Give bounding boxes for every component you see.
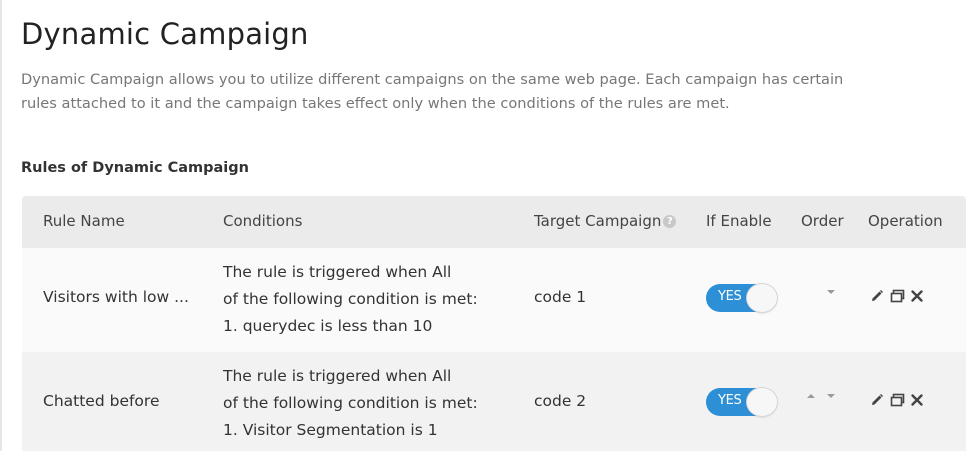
header-conditions: Conditions [223, 212, 303, 230]
header-order: Order [801, 212, 844, 230]
copy-icon [890, 393, 904, 407]
delete-button[interactable] [908, 390, 926, 410]
toggle-knob [747, 284, 777, 312]
target-campaign-cell: code 2 [534, 392, 587, 410]
order-down-button[interactable] [826, 392, 836, 403]
toggle-knob [747, 388, 777, 416]
order-up-button[interactable] [806, 392, 816, 403]
order-down-button[interactable] [826, 288, 836, 299]
conditions-cell: The rule is triggered when All of the fo… [223, 259, 523, 340]
dynamic-campaign-page: Dynamic Campaign Dynamic Campaign allows… [0, 0, 971, 451]
copy-button[interactable] [888, 390, 906, 410]
condition-line: The rule is triggered when All [223, 367, 452, 385]
condition-line: of the following condition is met: [223, 394, 478, 412]
header-rule-name: Rule Name [43, 212, 125, 230]
section-title: Rules of Dynamic Campaign [21, 160, 249, 176]
rule-name-cell: Visitors with low ... [43, 288, 189, 306]
header-target-campaign-label: Target Campaign [534, 212, 662, 230]
toggle-label: YES [718, 289, 742, 304]
copy-icon [890, 289, 904, 303]
copy-button[interactable] [888, 286, 906, 306]
page-title: Dynamic Campaign [21, 17, 309, 51]
table-row: Visitors with low ... The rule is trigge… [22, 248, 966, 352]
operation-buttons [868, 390, 928, 410]
rules-table: Rule Name Conditions Target Campaign? If… [22, 196, 966, 451]
table-row: Chatted before The rule is triggered whe… [22, 352, 966, 451]
conditions-cell: The rule is triggered when All of the fo… [223, 363, 523, 444]
header-if-enable: If Enable [706, 212, 772, 230]
delete-x-icon [911, 290, 923, 302]
page-description: Dynamic Campaign allows you to utilize d… [21, 68, 956, 116]
enable-toggle[interactable]: YES [706, 388, 777, 416]
delete-button[interactable] [908, 286, 926, 306]
description-line-2: rules attached to it and the campaign ta… [21, 95, 730, 112]
rule-name-cell: Chatted before [43, 392, 160, 410]
condition-line: 1. querydec is less than 10 [223, 317, 433, 335]
edit-pencil-icon [872, 394, 883, 405]
target-campaign-cell: code 1 [534, 288, 587, 306]
enable-toggle[interactable]: YES [706, 284, 777, 312]
edit-button[interactable] [868, 390, 886, 410]
edit-button[interactable] [868, 286, 886, 306]
condition-line: The rule is triggered when All [223, 263, 452, 281]
down-arrow-icon [827, 290, 835, 294]
question-circle-icon[interactable]: ? [663, 215, 677, 228]
down-arrow-icon [827, 394, 835, 398]
table-header: Rule Name Conditions Target Campaign? If… [22, 196, 966, 248]
header-operation: Operation [868, 212, 943, 230]
delete-x-icon [911, 394, 923, 406]
operation-buttons [868, 286, 928, 306]
header-target-campaign: Target Campaign? [534, 212, 677, 230]
up-arrow-icon [807, 394, 815, 398]
description-line-1: Dynamic Campaign allows you to utilize d… [21, 71, 844, 88]
condition-line: of the following condition is met: [223, 290, 478, 308]
left-border [0, 0, 2, 451]
edit-pencil-icon [872, 290, 883, 301]
condition-line: 1. Visitor Segmentation is 1 [223, 421, 438, 439]
toggle-label: YES [718, 393, 742, 408]
